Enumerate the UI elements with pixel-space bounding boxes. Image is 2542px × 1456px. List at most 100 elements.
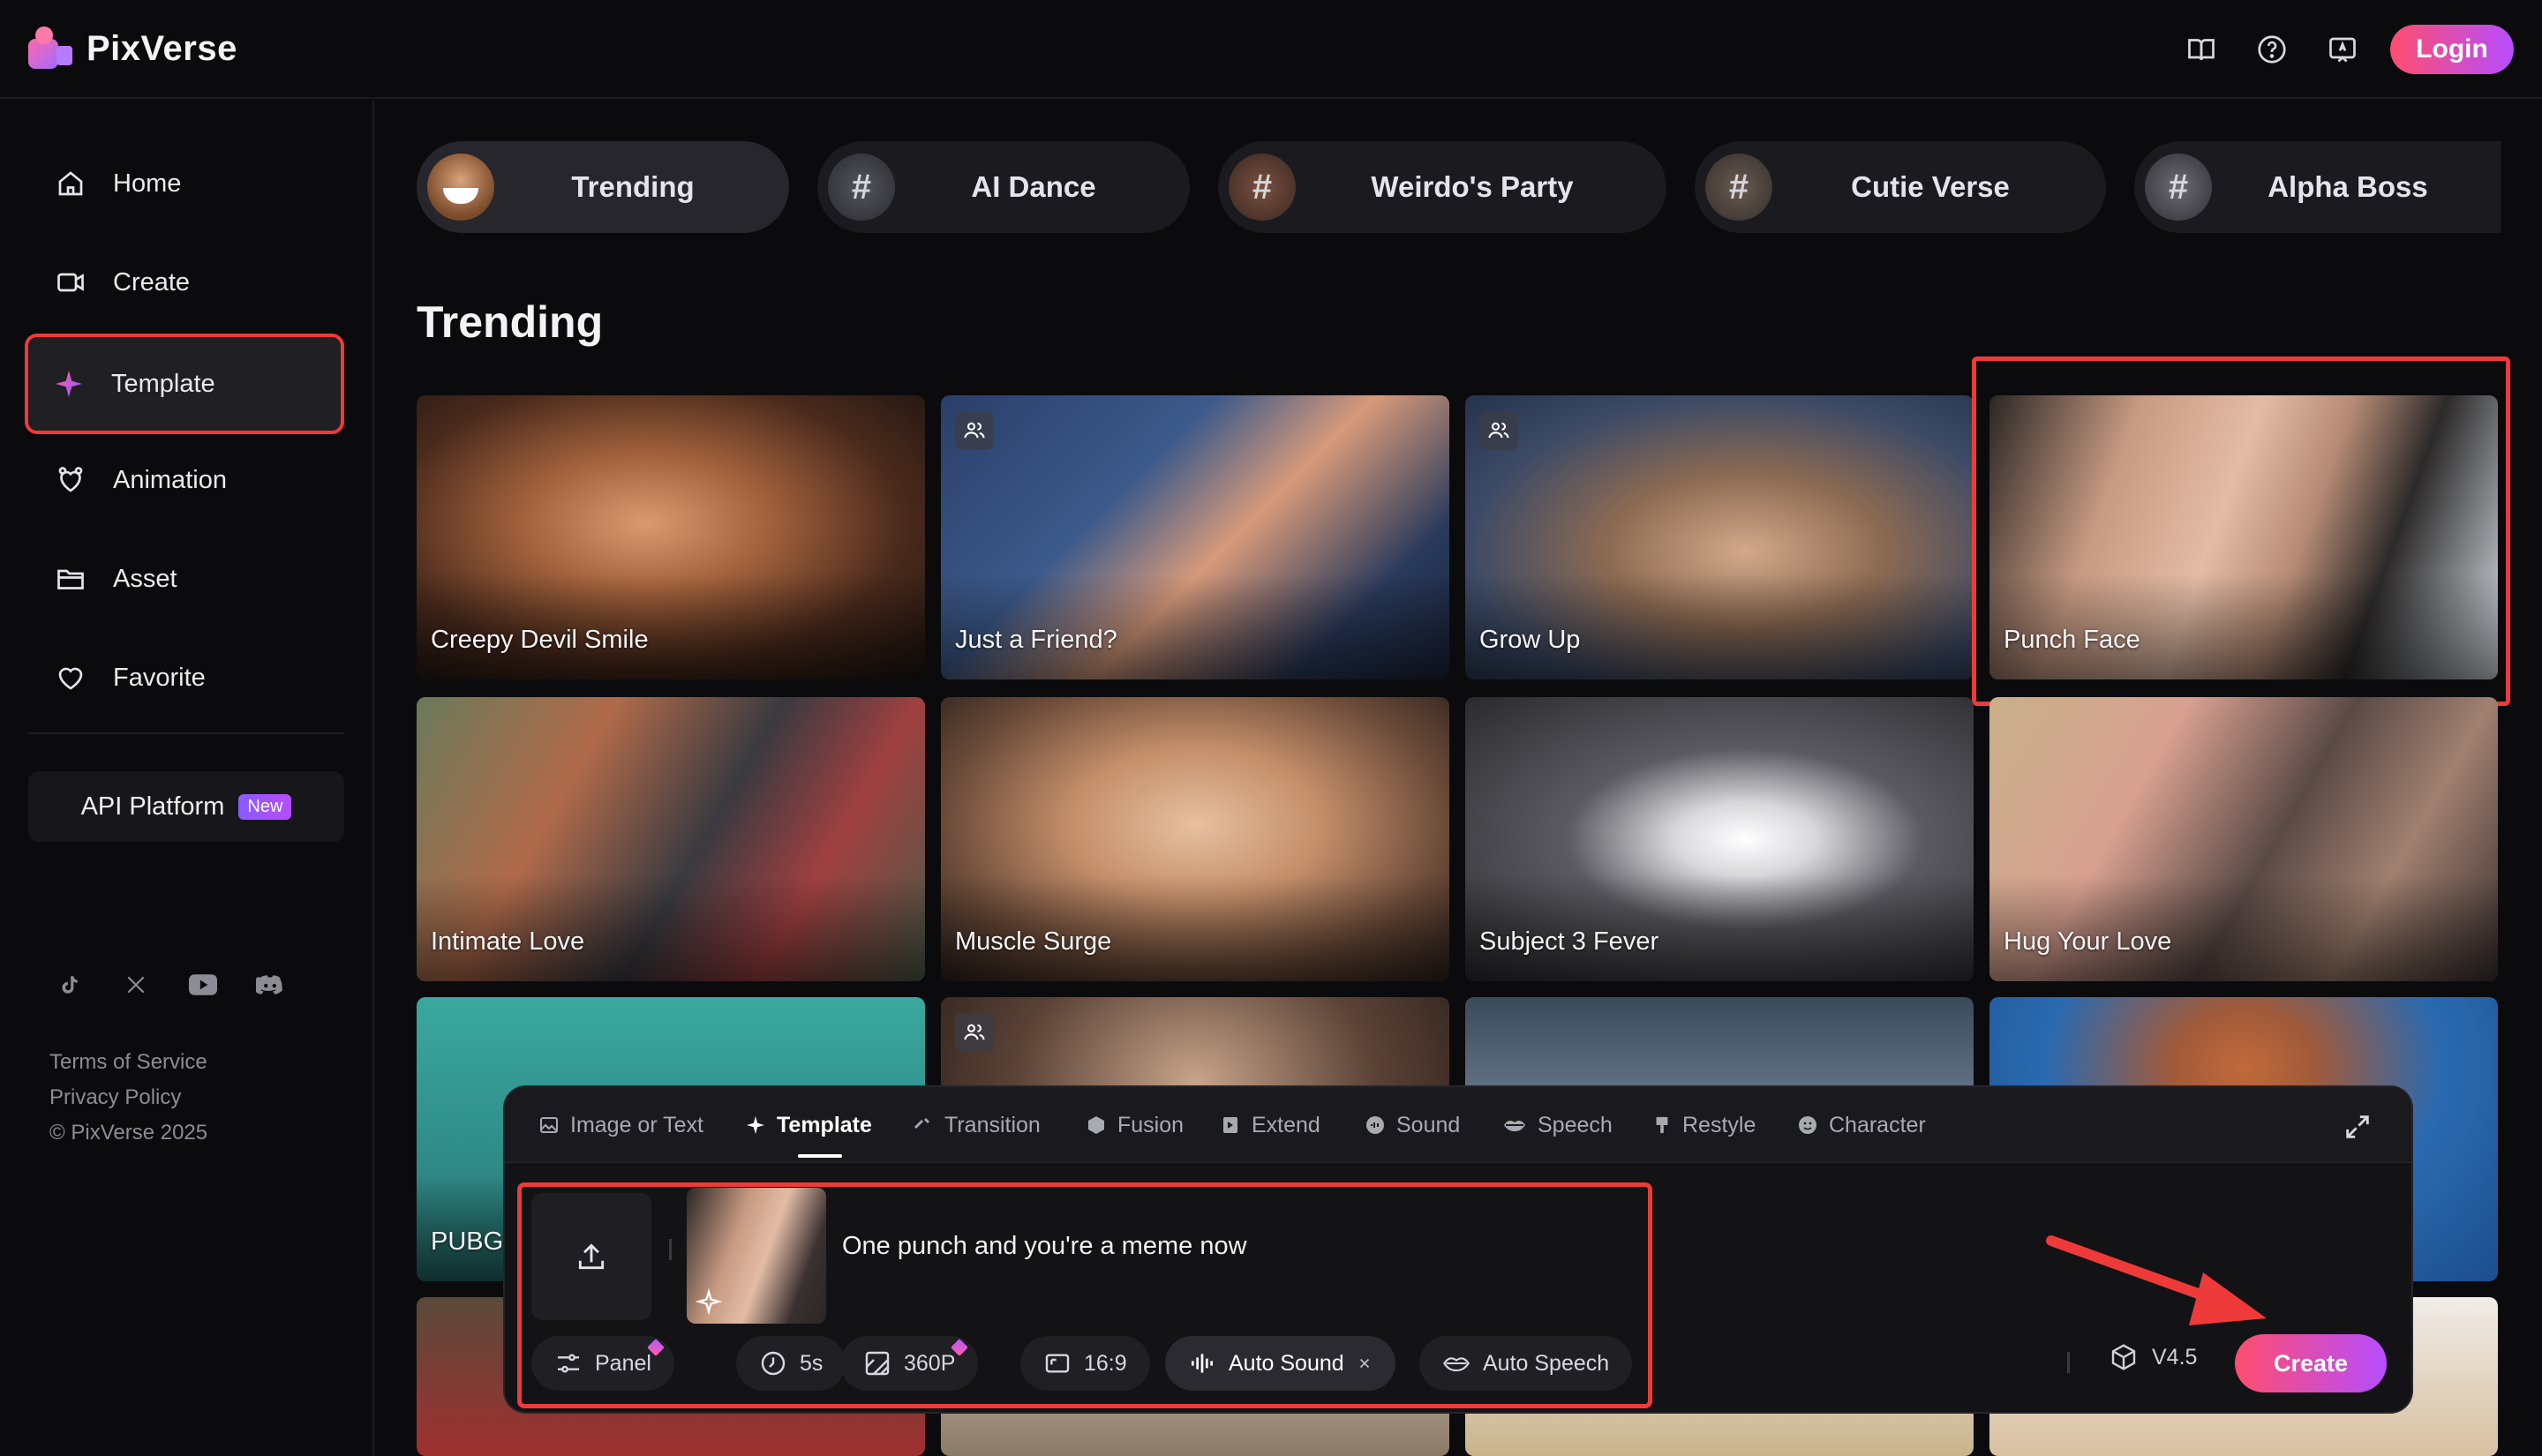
template-card[interactable]: Hug Your Love <box>1989 697 2498 981</box>
discord-icon[interactable] <box>256 971 284 999</box>
sidebar-item-home[interactable]: Home <box>30 139 339 228</box>
hashtag-icon: # <box>1229 154 1296 221</box>
tab-ai-dance[interactable]: # AI Dance <box>817 141 1190 233</box>
tab-image-or-text[interactable]: Image or Text <box>538 1110 703 1140</box>
login-button[interactable]: Login <box>2390 25 2514 74</box>
template-card[interactable]: Just a Friend? <box>941 395 1449 679</box>
tab-character[interactable]: Character <box>1797 1110 1926 1140</box>
prompt-input[interactable]: One punch and you're a meme now <box>842 1232 1247 1261</box>
sidebar: Home Create Template Animation Asset Fav… <box>0 101 374 1456</box>
sidebar-item-label: Create <box>113 267 191 296</box>
panel-chip[interactable]: Panel <box>531 1336 674 1391</box>
template-card[interactable]: Intimate Love <box>417 697 925 981</box>
character-icon <box>1799 1116 1816 1134</box>
multi-person-icon <box>955 411 994 450</box>
tab-label: Sound <box>1396 1112 1461 1137</box>
youtube-icon[interactable] <box>189 971 217 999</box>
privacy-link[interactable]: Privacy Policy <box>49 1080 207 1115</box>
tiktok-icon[interactable] <box>55 971 83 999</box>
terms-link[interactable]: Terms of Service <box>49 1045 207 1080</box>
aspect-ratio-chip[interactable]: 16:9 <box>1020 1336 1150 1391</box>
transition-icon <box>914 1118 929 1129</box>
sound-wave-icon <box>1192 1354 1213 1373</box>
template-card[interactable]: Muscle Surge <box>941 697 1449 981</box>
home-icon <box>58 171 83 196</box>
feedback-icon[interactable] <box>2323 30 2362 69</box>
chip-label: Auto Speech <box>1483 1350 1610 1376</box>
sidebar-divider <box>28 732 344 734</box>
tab-weirdos-party[interactable]: # Weirdo's Party <box>1218 141 1666 233</box>
sidebar-item-template[interactable]: Template <box>25 334 344 434</box>
new-badge: New <box>238 793 292 820</box>
logo[interactable]: PixVerse <box>28 26 237 71</box>
tab-extend[interactable]: Extend <box>1220 1110 1320 1140</box>
card-title: Creepy Devil Smile <box>431 626 649 654</box>
tab-template[interactable]: Template <box>745 1110 872 1158</box>
auto-speech-chip[interactable]: Auto Speech <box>1419 1336 1633 1391</box>
sidebar-item-favorite[interactable]: Favorite <box>30 634 339 722</box>
template-card[interactable]: Creepy Devil Smile <box>417 395 925 679</box>
sound-icon <box>1366 1116 1384 1134</box>
api-platform-button[interactable]: API Platform New <box>28 771 344 842</box>
sidebar-item-animation[interactable]: Animation <box>30 436 339 524</box>
sidebar-item-label: Animation <box>113 465 227 494</box>
hashtag-icon: # <box>828 154 895 221</box>
api-platform-label: API Platform <box>80 792 225 821</box>
card-title: Muscle Surge <box>955 927 1112 956</box>
tab-restyle[interactable]: Restyle <box>1652 1110 1756 1140</box>
cube-icon <box>1088 1116 1104 1134</box>
help-icon[interactable] <box>2252 30 2291 69</box>
tab-speech[interactable]: Speech <box>1502 1110 1613 1140</box>
expand-icon[interactable] <box>2343 1112 2373 1142</box>
chip-label: 360P <box>904 1350 956 1376</box>
template-card[interactable]: Subject 3 Fever <box>1465 697 1974 981</box>
card-title: Just a Friend? <box>955 626 1117 654</box>
card-title: PUBG <box>431 1227 504 1256</box>
chip-label: 16:9 <box>1084 1350 1127 1376</box>
chip-label: Panel <box>595 1350 651 1376</box>
category-label: Cutie Verse <box>1851 170 2010 203</box>
sidebar-item-asset[interactable]: Asset <box>30 535 339 623</box>
template-card[interactable]: Grow Up <box>1465 395 1974 679</box>
sparkle-icon <box>696 1288 722 1315</box>
template-thumbnail[interactable] <box>687 1188 826 1324</box>
tab-label: Transition <box>944 1112 1041 1137</box>
template-card[interactable]: Punch Face <box>1989 395 2498 679</box>
duration-chip[interactable]: 5s <box>736 1336 846 1391</box>
folder-icon <box>57 569 84 589</box>
tab-transition[interactable]: Transition <box>911 1110 1041 1140</box>
footer-links: Terms of Service Privacy Policy © PixVer… <box>49 1045 207 1151</box>
sidebar-item-create[interactable]: Create <box>30 238 339 326</box>
upload-button[interactable] <box>531 1193 651 1320</box>
category-label: Alpha Boss <box>2267 170 2428 203</box>
tab-fusion[interactable]: Fusion <box>1086 1110 1184 1140</box>
quality-chip[interactable]: 360P <box>840 1336 979 1391</box>
tab-label: Fusion <box>1117 1112 1185 1137</box>
sidebar-item-label: Asset <box>113 564 177 593</box>
card-title: Punch Face <box>2004 626 2140 654</box>
extend-icon <box>1223 1117 1237 1133</box>
model-version-selector[interactable]: V4.5 <box>2110 1343 2197 1371</box>
animation-icon <box>58 467 83 492</box>
card-title: Intimate Love <box>431 927 585 956</box>
x-icon[interactable] <box>122 971 150 999</box>
tab-cutie-verse[interactable]: # Cutie Verse <box>1695 141 2106 233</box>
tab-sound[interactable]: Sound <box>1365 1110 1460 1140</box>
create-button[interactable]: Create <box>2235 1334 2387 1392</box>
version-label: V4.5 <box>2152 1344 2198 1370</box>
video-camera-icon <box>57 273 84 292</box>
tab-label: Restyle <box>1682 1112 1756 1137</box>
copyright: © PixVerse 2025 <box>49 1121 208 1145</box>
book-icon[interactable] <box>2182 30 2221 69</box>
sparkle-icon <box>56 371 82 397</box>
close-icon[interactable] <box>1357 1355 1373 1371</box>
hashtag-icon: # <box>2145 154 2212 221</box>
tab-trending[interactable]: Trending <box>417 141 789 233</box>
app-name: PixVerse <box>86 28 237 68</box>
tab-alpha-boss[interactable]: # Alpha Boss <box>2134 141 2501 233</box>
multi-person-icon <box>955 1013 994 1052</box>
auto-sound-chip[interactable]: Auto Sound <box>1165 1336 1395 1391</box>
tab-label: Extend <box>1252 1112 1320 1137</box>
sparkle-icon <box>747 1116 764 1134</box>
separator <box>2067 1352 2070 1373</box>
